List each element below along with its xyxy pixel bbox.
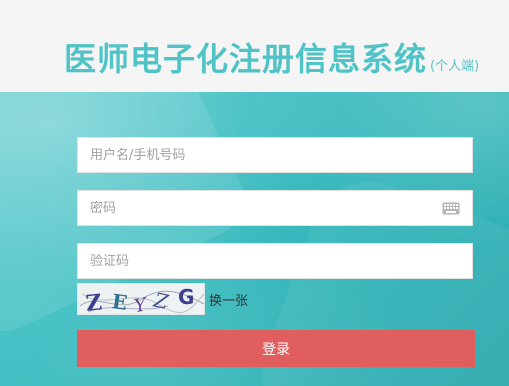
captcha-char-5: G bbox=[178, 285, 194, 309]
username-input[interactable] bbox=[78, 138, 472, 172]
page-title: 医师电子化注册信息系统 bbox=[64, 40, 428, 78]
captcha-char-4: Z bbox=[151, 287, 172, 314]
refresh-captcha-link[interactable]: 换一张 bbox=[209, 290, 248, 309]
password-field[interactable] bbox=[77, 190, 473, 226]
page-subtitle: (个人端) bbox=[430, 59, 480, 74]
keyboard-icon[interactable] bbox=[442, 202, 460, 215]
login-button[interactable]: 登录 bbox=[77, 330, 475, 367]
captcha-char-3: Y bbox=[133, 294, 150, 315]
captcha-char-2: E bbox=[110, 289, 128, 315]
captcha-input[interactable] bbox=[78, 244, 472, 278]
username-field[interactable] bbox=[77, 137, 473, 173]
captcha-field[interactable] bbox=[77, 243, 473, 279]
captcha-image[interactable]: Z E Y Z G bbox=[77, 283, 205, 315]
login-panel: Z E Y Z G 换一张 登录 bbox=[0, 92, 509, 386]
captcha-char-1: Z bbox=[85, 289, 104, 315]
password-input[interactable] bbox=[78, 191, 472, 225]
page-header: 医师电子化注册信息系统 (个人端) bbox=[0, 0, 509, 92]
captcha-graphic: Z E Y Z G bbox=[79, 285, 204, 315]
